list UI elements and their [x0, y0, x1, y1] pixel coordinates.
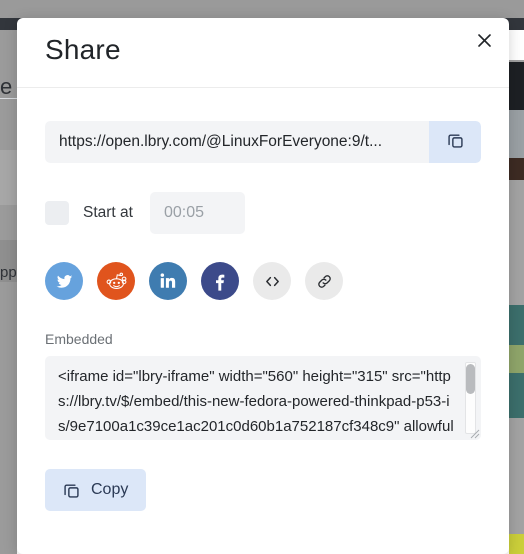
share-reddit-button[interactable] [97, 262, 135, 300]
embedded-code-wrap: <iframe id="lbry-iframe" width="560" hei… [45, 356, 481, 440]
linkedin-icon [158, 271, 178, 291]
background-left-divider [0, 98, 17, 99]
start-at-label: Start at [83, 204, 133, 221]
start-at-row: Start at [45, 192, 481, 234]
share-linkedin-button[interactable] [149, 262, 187, 300]
background-left-band-1 [0, 150, 17, 205]
link-icon [316, 273, 333, 290]
background-left-band-3 [0, 300, 17, 554]
copy-url-button[interactable] [429, 121, 481, 163]
copy-embed-button[interactable]: Copy [45, 469, 147, 511]
twitter-icon [55, 272, 74, 291]
share-url-input[interactable] [45, 121, 429, 163]
share-embed-button[interactable] [253, 262, 291, 300]
background-thumbnail-2 [509, 110, 524, 158]
embedded-code-textarea[interactable]: <iframe id="lbry-iframe" width="560" hei… [45, 356, 481, 440]
page-title: Share [45, 34, 121, 65]
reddit-icon [105, 270, 128, 293]
embedded-scrollbar-thumb[interactable] [466, 364, 475, 394]
start-at-time-input[interactable] [149, 192, 245, 234]
modal-body: Start at [17, 121, 509, 511]
resize-handle-icon[interactable] [466, 425, 480, 439]
close-button[interactable] [471, 27, 497, 53]
background-thumbnail-4 [509, 180, 524, 305]
facebook-icon [210, 271, 230, 291]
background-thumbnail-6 [509, 345, 524, 373]
browser-chrome-strip [0, 0, 524, 18]
share-url-row [45, 121, 481, 163]
embedded-label: Embedded [45, 331, 113, 347]
social-share-row [45, 262, 481, 300]
background-thumbnail-9 [509, 534, 524, 554]
background-right-gap [509, 30, 524, 60]
background-left-text-b: pp [0, 264, 17, 281]
background-thumbnail-8 [509, 418, 524, 534]
background-thumbnail-7 [509, 373, 524, 418]
share-modal: Share https://open.lbry.com/@LinuxForEve… [17, 18, 509, 554]
share-facebook-button[interactable] [201, 262, 239, 300]
share-link-button[interactable] [305, 262, 343, 300]
copy-icon [447, 132, 464, 152]
start-at-checkbox[interactable] [45, 201, 69, 225]
background-thumbnail-3 [509, 158, 524, 180]
copy-icon [63, 482, 80, 499]
background-thumbnail-5 [509, 305, 524, 345]
modal-header: Share [17, 18, 509, 88]
copy-button-label: Copy [91, 481, 129, 498]
background-thumbnail-1 [509, 62, 524, 110]
background-left-text-a: e [0, 74, 13, 99]
close-icon [477, 33, 492, 48]
code-brackets-icon [264, 273, 281, 290]
share-twitter-button[interactable] [45, 262, 83, 300]
